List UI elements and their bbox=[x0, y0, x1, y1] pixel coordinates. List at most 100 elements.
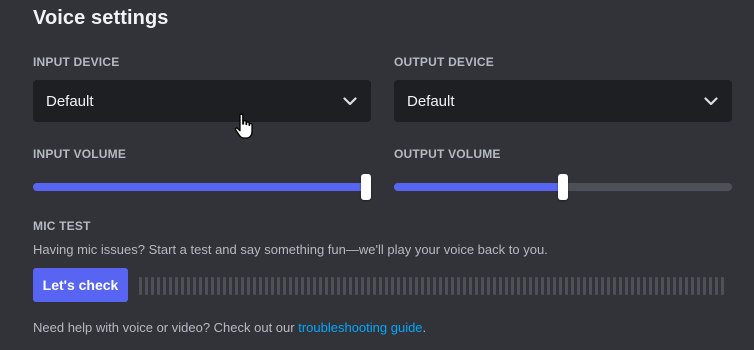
meter-bar bbox=[259, 277, 262, 295]
meter-bar bbox=[163, 277, 166, 295]
meter-bar bbox=[379, 277, 382, 295]
meter-bar bbox=[205, 277, 208, 295]
meter-bar bbox=[289, 277, 292, 295]
meter-bar bbox=[505, 277, 508, 295]
meter-bar bbox=[565, 277, 568, 295]
meter-bar bbox=[349, 277, 352, 295]
meter-bar bbox=[217, 277, 220, 295]
meter-bar bbox=[187, 277, 190, 295]
meter-bar bbox=[493, 277, 496, 295]
meter-bar bbox=[313, 277, 316, 295]
meter-bar bbox=[553, 277, 556, 295]
page-title: Voice settings bbox=[33, 7, 169, 29]
meter-bar bbox=[367, 277, 370, 295]
meter-bar bbox=[577, 277, 580, 295]
meter-bar bbox=[319, 277, 322, 295]
mic-test-description: Having mic issues? Start a test and say … bbox=[33, 242, 548, 257]
mic-level-meter bbox=[139, 276, 729, 296]
meter-bar bbox=[679, 277, 682, 295]
meter-bar bbox=[631, 277, 634, 295]
meter-bar bbox=[307, 277, 310, 295]
meter-bar bbox=[691, 277, 694, 295]
meter-bar bbox=[151, 277, 154, 295]
meter-bar bbox=[373, 277, 376, 295]
meter-bar bbox=[451, 277, 454, 295]
meter-bar bbox=[361, 277, 364, 295]
meter-bar bbox=[175, 277, 178, 295]
lets-check-button[interactable]: Let's check bbox=[33, 268, 128, 302]
mic-test-label: MIC TEST bbox=[33, 219, 91, 233]
meter-bar bbox=[625, 277, 628, 295]
meter-bar bbox=[667, 277, 670, 295]
output-volume-slider[interactable] bbox=[394, 174, 732, 200]
meter-bar bbox=[415, 277, 418, 295]
meter-bar bbox=[223, 277, 226, 295]
meter-bar bbox=[721, 277, 724, 295]
meter-bar bbox=[487, 277, 490, 295]
meter-bar bbox=[637, 277, 640, 295]
meter-bar bbox=[439, 277, 442, 295]
meter-bar bbox=[247, 277, 250, 295]
meter-bar bbox=[583, 277, 586, 295]
meter-bar bbox=[433, 277, 436, 295]
meter-bar bbox=[397, 277, 400, 295]
meter-bar bbox=[547, 277, 550, 295]
meter-bar bbox=[481, 277, 484, 295]
meter-bar bbox=[619, 277, 622, 295]
meter-bar bbox=[535, 277, 538, 295]
meter-bar bbox=[589, 277, 592, 295]
meter-bar bbox=[139, 277, 142, 295]
meter-bar bbox=[325, 277, 328, 295]
meter-bar bbox=[265, 277, 268, 295]
meter-bar bbox=[331, 277, 334, 295]
meter-bar bbox=[253, 277, 256, 295]
output-volume-label: OUTPUT VOLUME bbox=[394, 147, 501, 161]
meter-bar bbox=[199, 277, 202, 295]
input-device-select[interactable]: Default bbox=[33, 80, 371, 122]
meter-bar bbox=[193, 277, 196, 295]
meter-bar bbox=[283, 277, 286, 295]
meter-bar bbox=[427, 277, 430, 295]
meter-bar bbox=[613, 277, 616, 295]
meter-bar bbox=[703, 277, 706, 295]
output-device-value: Default bbox=[407, 92, 455, 110]
meter-bar bbox=[301, 277, 304, 295]
output-device-label: OUTPUT DEVICE bbox=[394, 55, 494, 69]
meter-bar bbox=[211, 277, 214, 295]
meter-bar bbox=[511, 277, 514, 295]
slider-grabber[interactable] bbox=[558, 174, 568, 200]
help-text-prefix: Need help with voice or video? Check out… bbox=[33, 320, 299, 335]
meter-bar bbox=[661, 277, 664, 295]
meter-bar bbox=[601, 277, 604, 295]
meter-bar bbox=[571, 277, 574, 295]
troubleshooting-guide-link[interactable]: troubleshooting guide bbox=[298, 320, 422, 335]
meter-bar bbox=[355, 277, 358, 295]
input-volume-label: INPUT VOLUME bbox=[33, 147, 127, 161]
slider-fill bbox=[394, 183, 563, 191]
meter-bar bbox=[475, 277, 478, 295]
meter-bar bbox=[337, 277, 340, 295]
meter-bar bbox=[715, 277, 718, 295]
meter-bar bbox=[235, 277, 238, 295]
meter-bar bbox=[145, 277, 148, 295]
meter-bar bbox=[181, 277, 184, 295]
meter-bar bbox=[559, 277, 562, 295]
chevron-down-icon bbox=[704, 96, 718, 106]
meter-bar bbox=[697, 277, 700, 295]
meter-bar bbox=[685, 277, 688, 295]
slider-grabber[interactable] bbox=[361, 174, 371, 200]
meter-bar bbox=[499, 277, 502, 295]
meter-bar bbox=[169, 277, 172, 295]
meter-bar bbox=[445, 277, 448, 295]
input-device-value: Default bbox=[46, 92, 94, 110]
chevron-down-icon bbox=[343, 96, 357, 106]
meter-bar bbox=[241, 277, 244, 295]
meter-bar bbox=[607, 277, 610, 295]
input-volume-slider[interactable] bbox=[33, 174, 371, 200]
meter-bar bbox=[673, 277, 676, 295]
meter-bar bbox=[643, 277, 646, 295]
output-device-select[interactable]: Default bbox=[394, 80, 732, 122]
meter-bar bbox=[391, 277, 394, 295]
meter-bar bbox=[517, 277, 520, 295]
meter-bar bbox=[655, 277, 658, 295]
